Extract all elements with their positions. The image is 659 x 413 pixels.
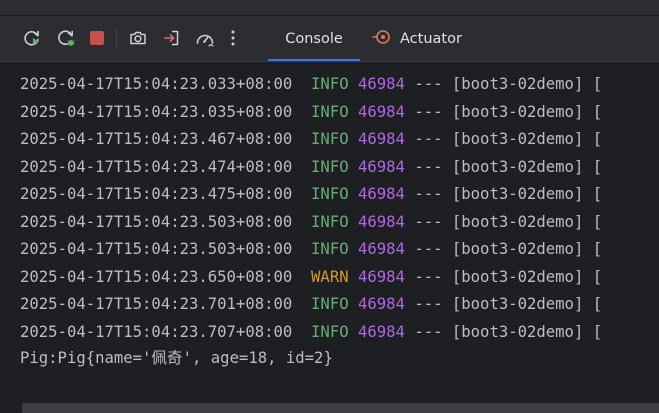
tab-console-label: Console (285, 30, 343, 47)
tab-actuator[interactable]: Actuator (372, 16, 462, 61)
rerun-icon (22, 28, 42, 48)
log-level: INFO (311, 157, 349, 176)
log-pid: 46984 (358, 240, 405, 258)
actuator-icon (372, 27, 392, 51)
log-timestamp: 2025-04-17T15:04:23.707+08:00 (20, 322, 293, 341)
log-line: 2025-04-17T15:04:23.503+08:00 INFO 46984… (20, 210, 602, 234)
log-pid: 46984 (358, 75, 405, 93)
log-message: --- [boot3-02demo] [ (404, 240, 603, 258)
log-pid: 46984 (358, 130, 405, 148)
camera-icon (128, 28, 148, 48)
log-line: 2025-04-17T15:04:23.503+08:00 INFO 46984… (20, 237, 602, 261)
log-message: --- [boot3-02demo] [ (404, 322, 603, 341)
log-level: INFO (311, 102, 349, 121)
stop-icon (87, 28, 107, 48)
run-toolbar: Console Actuator (0, 16, 659, 62)
tab-console[interactable]: Console (268, 16, 360, 61)
log-level: INFO (311, 322, 349, 341)
profiler-button[interactable] (192, 25, 218, 51)
log-line: 2025-04-17T15:04:23.474+08:00 INFO 46984… (20, 155, 602, 179)
log-message: --- [boot3-02demo] [ (404, 102, 603, 121)
more-button[interactable] (223, 25, 243, 51)
stop-button[interactable] (84, 25, 110, 51)
log-message: --- [boot3-02demo] [ (404, 157, 603, 176)
log-message: --- [boot3-02demo] [ (404, 212, 603, 231)
exit-button[interactable] (159, 25, 185, 51)
rerun-failed-button[interactable] (53, 25, 79, 51)
run-tool-window: Console Actuator 2025-04-17T15:04:23.033… (0, 0, 659, 413)
log-line: 2025-04-17T15:04:23.467+08:00 INFO 46984… (20, 127, 602, 151)
log-line: 2025-04-17T15:04:23.701+08:00 INFO 46984… (20, 292, 602, 316)
log-pid: 46984 (358, 295, 405, 313)
log-line: 2025-04-17T15:04:23.035+08:00 INFO 46984… (20, 100, 602, 124)
horizontal-scrollbar[interactable] (22, 403, 659, 413)
log-pid: 46984 (358, 157, 405, 176)
log-line: 2025-04-17T15:04:23.707+08:00 INFO 46984… (20, 320, 602, 344)
log-line: 2025-04-17T15:04:23.650+08:00 WARN 46984… (20, 265, 602, 289)
log-pid: 46984 (358, 102, 405, 121)
log-line: 2025-04-17T15:04:23.033+08:00 INFO 46984… (20, 72, 602, 96)
log-timestamp: 2025-04-17T15:04:23.701+08:00 (20, 295, 293, 313)
toolbar-separator (116, 29, 117, 49)
log-message: --- [boot3-02demo] [ (404, 267, 603, 286)
log-line: 2025-04-17T15:04:23.475+08:00 INFO 46984… (20, 182, 602, 206)
gauge-icon (194, 28, 216, 48)
log-message: --- [boot3-02demo] [ (404, 130, 603, 148)
log-level: INFO (311, 240, 349, 258)
log-timestamp: 2025-04-17T15:04:23.475+08:00 (20, 185, 293, 203)
log-message: --- [boot3-02demo] [ (404, 185, 603, 203)
log-timestamp: 2025-04-17T15:04:23.503+08:00 (20, 212, 293, 231)
rerun-button[interactable] (19, 25, 45, 51)
log-timestamp: 2025-04-17T15:04:23.503+08:00 (20, 240, 293, 258)
log-pid: 46984 (358, 185, 405, 203)
log-timestamp: 2025-04-17T15:04:23.033+08:00 (20, 75, 293, 93)
log-pid: 46984 (358, 267, 405, 286)
tab-actuator-label: Actuator (400, 30, 462, 47)
exit-icon (162, 28, 182, 48)
log-level: INFO (311, 185, 349, 203)
console-output[interactable]: 2025-04-17T15:04:23.033+08:00 INFO 46984… (0, 62, 659, 403)
log-level: INFO (311, 295, 349, 313)
log-timestamp: 2025-04-17T15:04:23.474+08:00 (20, 157, 293, 176)
more-vertical-icon (230, 28, 236, 48)
tab-selected-indicator (268, 59, 360, 61)
log-message: --- [boot3-02demo] [ (404, 75, 603, 93)
top-strip (0, 0, 659, 16)
program-output-line: Pig:Pig{name='佩奇', age=18, id=2} (20, 346, 333, 370)
log-pid: 46984 (358, 322, 405, 341)
program-output: Pig:Pig{name='佩奇', age=18, id=2} (20, 349, 333, 367)
log-level: INFO (311, 75, 349, 93)
log-level: INFO (311, 212, 349, 231)
rerun-debug-icon (56, 28, 76, 48)
log-timestamp: 2025-04-17T15:04:23.467+08:00 (20, 130, 293, 148)
log-timestamp: 2025-04-17T15:04:23.650+08:00 (20, 267, 293, 286)
screenshot-button[interactable] (125, 25, 151, 51)
log-level: WARN (311, 267, 349, 286)
log-pid: 46984 (358, 212, 405, 231)
log-message: --- [boot3-02demo] [ (404, 295, 603, 313)
log-timestamp: 2025-04-17T15:04:23.035+08:00 (20, 102, 293, 121)
log-level: INFO (311, 130, 349, 148)
